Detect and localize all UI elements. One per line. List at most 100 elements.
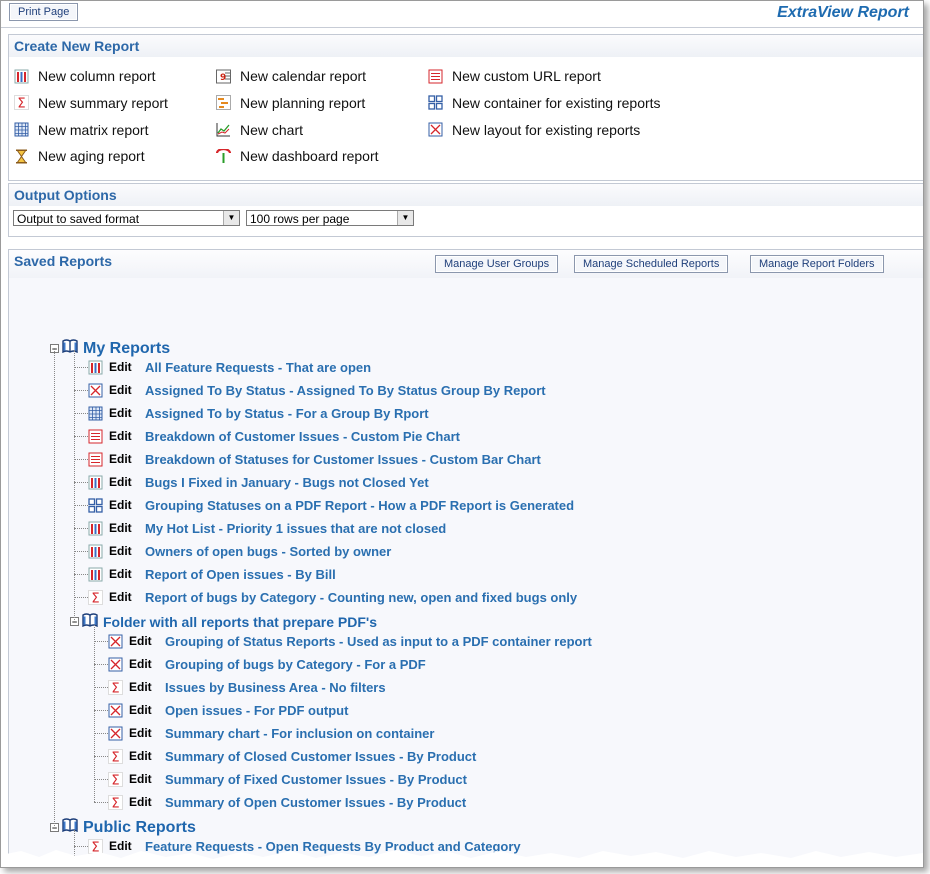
tree-line (54, 348, 55, 826)
report-link[interactable]: Grouping of Status Reports - Used as inp… (165, 634, 592, 649)
edit-link[interactable]: Edit (129, 726, 165, 740)
tree-line (94, 756, 108, 757)
folder-book-icon (62, 339, 78, 358)
new-report-option[interactable]: New dashboard report (216, 148, 379, 164)
edit-link[interactable]: Edit (129, 749, 165, 763)
create-report-title: Create New Report (9, 35, 923, 57)
tree-folder[interactable]: − My Reports (50, 339, 170, 358)
tree-line (74, 551, 88, 552)
edit-link[interactable]: Edit (109, 544, 145, 558)
report-link[interactable]: Assigned To by Status - For a Group By R… (145, 406, 429, 421)
summary-report-icon: Σ (108, 679, 123, 695)
edit-link[interactable]: Edit (129, 680, 165, 694)
tree-line (94, 779, 108, 780)
edit-link[interactable]: Edit (109, 475, 145, 489)
edit-link[interactable]: Edit (129, 795, 165, 809)
rows-per-page-select[interactable]: 100 rows per page ▼ (246, 210, 414, 226)
report-link[interactable]: Breakdown of Customer Issues - Custom Pi… (145, 429, 460, 444)
saved-reports-heading: Saved Reports (14, 253, 113, 269)
folder-book-icon (82, 613, 98, 630)
saved-report-row: Edit Bugs I Fixed in January - Bugs not C… (88, 472, 429, 492)
saved-report-row: Σ Edit Summary of Closed Customer Issues -… (108, 746, 476, 766)
saved-report-row: Edit My Hot List - Priority 1 issues that… (88, 518, 446, 538)
report-link[interactable]: Grouping of bugs by Category - For a PDF (165, 657, 426, 672)
edit-link[interactable]: Edit (109, 498, 145, 512)
saved-report-row: Edit Report of Open issues - By Bill (88, 564, 336, 584)
tree-line (74, 482, 88, 483)
report-link[interactable]: Report of bugs by Category - Counting ne… (145, 590, 577, 605)
saved-report-row: Edit Grouping of Status Reports - Used as… (108, 631, 592, 651)
manage-report-folders-button[interactable]: Manage Report Folders (750, 255, 884, 273)
column-report-icon (88, 475, 103, 490)
report-link[interactable]: Summary chart - For inclusion on contain… (165, 726, 434, 741)
new-report-option[interactable]: New matrix report (14, 122, 148, 138)
new-report-label: New planning report (240, 94, 366, 111)
report-link[interactable]: Grouping Statuses on a PDF Report - How … (145, 498, 574, 513)
report-link[interactable]: My Hot List - Priority 1 issues that are… (145, 521, 446, 536)
new-report-label: New summary report (38, 94, 168, 111)
report-link[interactable]: Assigned To By Status - Assigned To By S… (145, 383, 546, 398)
saved-report-row: Edit Assigned To By Status - Assigned To … (88, 380, 546, 400)
edit-link[interactable]: Edit (129, 703, 165, 717)
new-report-option[interactable]: New chart (216, 122, 303, 138)
column-report-icon (14, 69, 29, 84)
new-report-option[interactable]: New planning report (216, 95, 365, 111)
print-page-button[interactable]: Print Page (9, 3, 79, 21)
container-report-icon (88, 497, 103, 513)
tree-folder[interactable]: − Public Reports (50, 818, 196, 837)
edit-link[interactable]: Edit (109, 590, 145, 604)
report-link[interactable]: Summary of Fixed Customer Issues - By Pr… (165, 772, 467, 787)
report-link[interactable]: Issues by Business Area - No filters (165, 680, 386, 695)
summary-report-icon: Σ (108, 794, 123, 810)
report-link[interactable]: Summary of Closed Customer Issues - By P… (165, 749, 476, 764)
report-link[interactable]: Summary of Open Customer Issues - By Pro… (165, 795, 466, 810)
tree-line (74, 528, 88, 529)
column-report-icon (88, 567, 103, 582)
custom-url-report-icon (428, 69, 443, 84)
edit-link[interactable]: Edit (129, 772, 165, 786)
summary-report-icon: Σ (88, 589, 103, 605)
new-report-option[interactable]: New layout for existing reports (428, 122, 640, 138)
planning-report-icon (216, 95, 231, 111)
edit-link[interactable]: Edit (109, 383, 145, 397)
edit-link[interactable]: Edit (109, 429, 145, 443)
custom-url-report-icon (88, 452, 103, 467)
saved-report-row: Edit Breakdown of Statuses for Customer I… (88, 449, 541, 469)
calendar-report-icon: 9 (216, 69, 231, 84)
folder-label: My Reports (83, 339, 171, 357)
report-link[interactable]: Owners of open bugs - Sorted by owner (145, 544, 391, 559)
dashboard-report-icon (216, 148, 231, 164)
edit-link[interactable]: Edit (109, 360, 145, 374)
report-link[interactable]: Breakdown of Statuses for Customer Issue… (145, 452, 541, 467)
output-format-select[interactable]: Output to saved format ▼ (13, 210, 240, 226)
layout-report-icon (428, 122, 443, 137)
saved-report-row: Σ Edit Issues by Business Area - No filter… (108, 677, 386, 697)
layout-report-icon (108, 726, 123, 741)
output-options-panel: Output Options Output to saved format ▼ … (8, 183, 923, 237)
new-report-option[interactable]: 9 New calendar report (216, 68, 366, 84)
custom-url-report-icon (88, 429, 103, 444)
rows-per-page-value: 100 rows per page (250, 212, 350, 226)
edit-link[interactable]: Edit (109, 521, 145, 535)
edit-link[interactable]: Edit (109, 452, 145, 466)
folder-label: Public Reports (83, 818, 196, 836)
collapse-toggle-icon[interactable]: − (70, 867, 79, 868)
saved-report-row: Σ Edit Summary of Fixed Customer Issues - … (108, 769, 467, 789)
saved-report-row: Edit Grouping Statuses on a PDF Report - … (88, 495, 574, 515)
report-link[interactable]: Bugs I Fixed in January - Bugs not Close… (145, 475, 429, 490)
new-report-option[interactable]: Σ New summary report (14, 95, 168, 111)
edit-link[interactable]: Edit (129, 657, 165, 671)
manage-user-groups-button[interactable]: Manage User Groups (435, 255, 559, 273)
report-link[interactable]: Report of Open issues - By Bill (145, 567, 336, 582)
report-link[interactable]: Open issues - For PDF output (165, 703, 348, 718)
new-report-option[interactable]: New container for existing reports (428, 95, 661, 111)
new-report-option[interactable]: New column report (14, 68, 156, 84)
new-report-option[interactable]: New aging report (14, 148, 145, 164)
new-report-option[interactable]: New custom URL report (428, 68, 601, 84)
edit-link[interactable]: Edit (109, 406, 145, 420)
tree-folder[interactable]: − Folder with all reports that prepare PD… (70, 613, 377, 630)
manage-scheduled-reports-button[interactable]: Manage Scheduled Reports (574, 255, 729, 273)
report-link[interactable]: All Feature Requests - That are open (145, 360, 371, 375)
edit-link[interactable]: Edit (129, 634, 165, 648)
edit-link[interactable]: Edit (109, 567, 145, 581)
